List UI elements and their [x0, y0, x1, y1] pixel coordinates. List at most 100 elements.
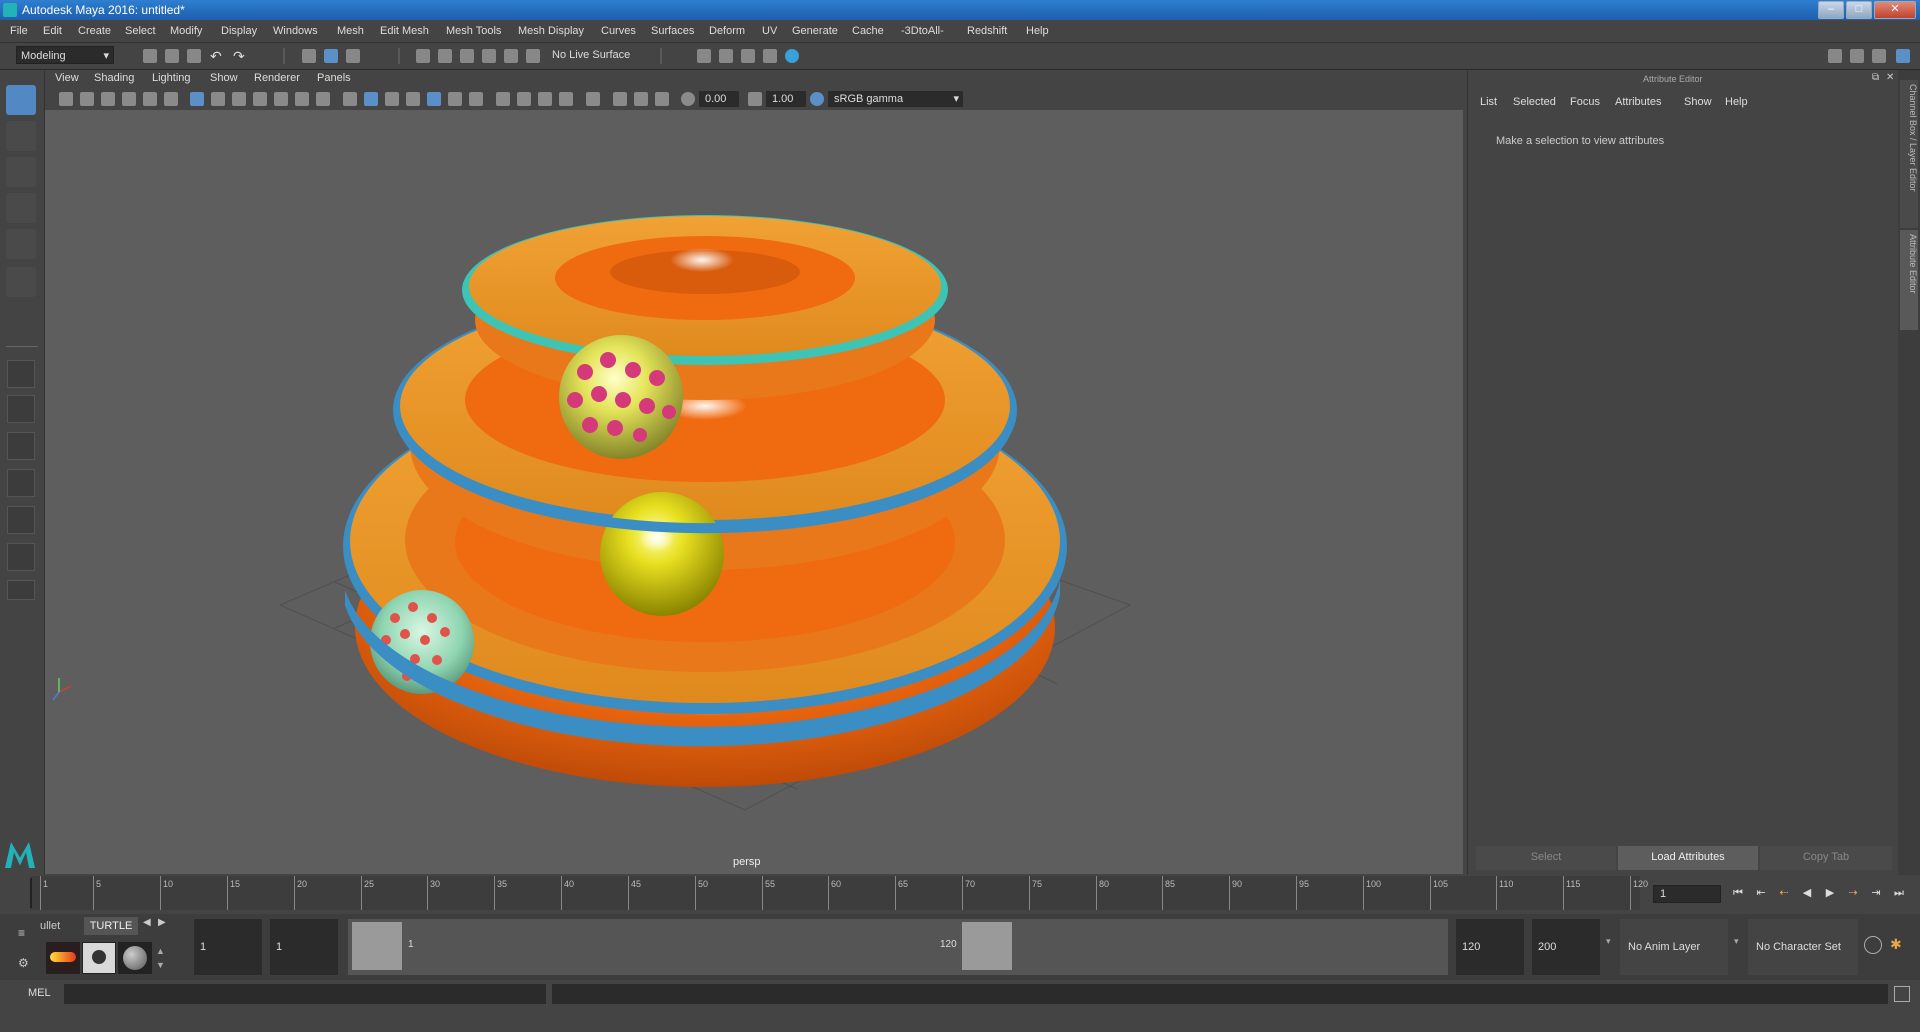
xray-joints-icon[interactable]: [655, 92, 669, 106]
persp-graph-layout-icon[interactable]: [7, 469, 35, 497]
xray-icon[interactable]: [613, 92, 627, 106]
attribute-editor-tab[interactable]: Attribute Editor: [1900, 230, 1918, 330]
camera-attributes-icon[interactable]: [80, 92, 94, 106]
fluid-shelf-icon[interactable]: [46, 942, 80, 974]
current-frame-field[interactable]: 1: [1653, 885, 1721, 903]
step-forward-key-icon[interactable]: ⇥: [1870, 887, 1882, 899]
menu-3dtoall[interactable]: -3DtoAll-: [901, 25, 944, 37]
menu-create[interactable]: Create: [78, 25, 111, 37]
scale-tool-icon[interactable]: [6, 267, 36, 297]
menu-file[interactable]: File: [10, 25, 28, 37]
panel-menu-lighting[interactable]: Lighting: [152, 72, 191, 84]
resolution-gate-icon[interactable]: [232, 92, 246, 106]
snap-center-icon[interactable]: [526, 49, 540, 63]
render-view-icon[interactable]: [763, 49, 777, 63]
turtle-render-shelf-icon[interactable]: [82, 942, 116, 974]
xray-active-icon[interactable]: [634, 92, 648, 106]
safe-action-icon[interactable]: [295, 92, 309, 106]
range-end-handle[interactable]: [962, 922, 1012, 970]
default-material-icon[interactable]: [385, 92, 399, 106]
ae-select-button[interactable]: Select: [1476, 846, 1616, 870]
shelf-menu-icon[interactable]: ≡: [18, 926, 25, 940]
select-component-icon[interactable]: [346, 49, 360, 63]
snap-view-icon[interactable]: [482, 49, 496, 63]
step-back-frame-icon[interactable]: ⇠: [1778, 887, 1790, 899]
wireframe-icon[interactable]: [343, 92, 357, 106]
wireframe-on-shaded-icon[interactable]: [406, 92, 420, 106]
menu-mesh[interactable]: Mesh: [337, 25, 364, 37]
outliner-persp-layout-icon[interactable]: [7, 543, 35, 571]
persp-hypershade-layout-icon[interactable]: [7, 506, 35, 534]
color-management-icon[interactable]: [810, 92, 824, 106]
persp-outliner-layout-icon[interactable]: [7, 432, 35, 460]
select-hierarchy-icon[interactable]: [302, 49, 316, 63]
select-camera-icon[interactable]: [59, 92, 73, 106]
new-scene-icon[interactable]: [143, 49, 157, 63]
sphere-shelf-icon[interactable]: [118, 942, 152, 974]
toggle-modeling-toolkit-icon[interactable]: [1828, 49, 1842, 63]
menu-deform[interactable]: Deform: [709, 25, 745, 37]
lasso-tool-icon[interactable]: [6, 121, 36, 151]
hypershade-icon[interactable]: [785, 49, 799, 63]
select-tool-icon[interactable]: [6, 85, 36, 115]
two-d-pan-zoom-icon[interactable]: [143, 92, 157, 106]
step-forward-frame-icon[interactable]: ⇢: [1847, 887, 1859, 899]
grid-icon[interactable]: [190, 92, 204, 106]
shelf-scroll-down-icon[interactable]: ▼: [156, 960, 165, 970]
shelf-scroll-up-icon[interactable]: ▲: [156, 946, 165, 956]
character-set-select[interactable]: No Character Set: [1748, 919, 1858, 975]
shelf-tab-turtle[interactable]: TURTLE: [84, 917, 138, 935]
menu-generate[interactable]: Generate: [792, 25, 838, 37]
textured-icon[interactable]: [427, 92, 441, 106]
menu-mesh-display[interactable]: Mesh Display: [518, 25, 584, 37]
menu-uv[interactable]: UV: [762, 25, 777, 37]
bookmark-icon[interactable]: [101, 92, 115, 106]
ae-menu-show[interactable]: Show: [1684, 96, 1712, 108]
play-backward-icon[interactable]: ◀: [1801, 887, 1813, 899]
ae-load-attributes-button[interactable]: Load Attributes: [1618, 846, 1758, 870]
yellow-ball[interactable]: [600, 492, 724, 616]
menu-edit-mesh[interactable]: Edit Mesh: [380, 25, 429, 37]
top-tier[interactable]: [462, 215, 948, 400]
open-scene-icon[interactable]: [165, 49, 179, 63]
play-forward-icon[interactable]: ▶: [1824, 887, 1836, 899]
save-scene-icon[interactable]: [187, 49, 201, 63]
menu-modify[interactable]: Modify: [170, 25, 202, 37]
four-view-layout-icon[interactable]: [7, 395, 35, 423]
ae-menu-focus[interactable]: Focus: [1570, 96, 1600, 108]
scene-canvas[interactable]: [45, 110, 1463, 874]
menu-curves[interactable]: Curves: [601, 25, 636, 37]
menu-mesh-tools[interactable]: Mesh Tools: [446, 25, 501, 37]
rotate-tool-icon[interactable]: [6, 229, 36, 259]
mode-selector[interactable]: Modeling ▾: [16, 46, 114, 64]
use-all-lights-icon[interactable]: [448, 92, 462, 106]
auto-key-icon[interactable]: [1864, 936, 1882, 954]
image-plane-icon[interactable]: [122, 92, 136, 106]
script-language-label[interactable]: MEL: [28, 987, 51, 999]
snap-grid-icon[interactable]: [416, 49, 430, 63]
redo-icon[interactable]: ↷: [233, 49, 247, 63]
safe-title-icon[interactable]: [316, 92, 330, 106]
gamma-field[interactable]: 1.00: [766, 91, 806, 107]
panel-menu-panels[interactable]: Panels: [317, 72, 351, 84]
exposure-icon[interactable]: [681, 92, 695, 106]
render-settings-icon[interactable]: [697, 49, 711, 63]
paint-select-tool-icon[interactable]: [6, 157, 36, 187]
menu-surfaces[interactable]: Surfaces: [651, 25, 694, 37]
select-object-icon[interactable]: [324, 49, 338, 63]
panel-menu-shading[interactable]: Shading: [94, 72, 134, 84]
menu-help[interactable]: Help: [1026, 25, 1049, 37]
move-tool-icon[interactable]: [6, 193, 36, 223]
ae-copy-tab-button[interactable]: Copy Tab: [1760, 846, 1892, 870]
snap-point-icon[interactable]: [460, 49, 474, 63]
magenta-spotted-ball[interactable]: [559, 335, 683, 459]
menu-windows[interactable]: Windows: [273, 25, 318, 37]
shadows-icon[interactable]: [469, 92, 483, 106]
shelf-scroll-left-icon[interactable]: ◀: [143, 917, 151, 928]
ae-menu-help[interactable]: Help: [1725, 96, 1748, 108]
menu-cache[interactable]: Cache: [852, 25, 884, 37]
shelf-tab-bullet[interactable]: ullet: [40, 917, 80, 935]
menu-display[interactable]: Display: [221, 25, 257, 37]
depth-of-field-icon[interactable]: [559, 92, 573, 106]
smooth-shade-icon[interactable]: [364, 92, 378, 106]
